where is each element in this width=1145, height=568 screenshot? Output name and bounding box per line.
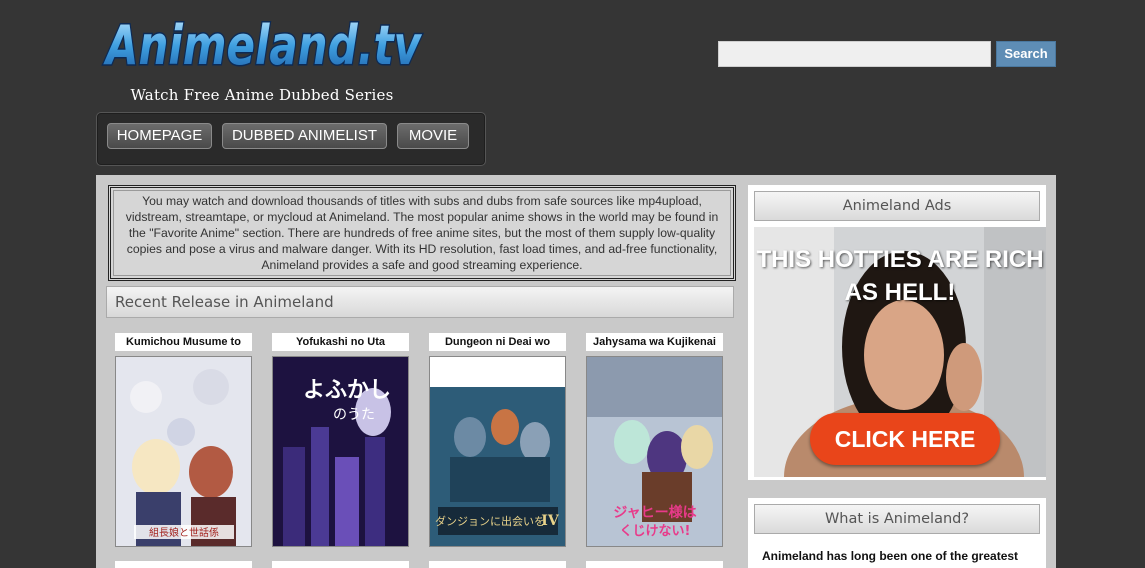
anime-card-title[interactable]: Yofukashi no Uta (272, 333, 409, 351)
main-content: You may watch and download thousands of … (96, 175, 1056, 568)
intro-text: You may watch and download thousands of … (108, 185, 736, 281)
nav-homepage-button[interactable]: HOMEPAGE (107, 123, 212, 149)
nav-dubbed-animelist-button[interactable]: DUBBED ANIMELIST (222, 123, 387, 149)
logo-text: Animeland.tv (103, 14, 423, 77)
sidebar-about-widget: What is Animeland? Animeland has long be… (748, 498, 1046, 568)
anime-card[interactable]: Dungeon ni Deai wo ダンジョンに出会いを IV (429, 333, 566, 547)
episode-label[interactable] (586, 561, 723, 568)
recent-release-heading: Recent Release in Animeland (106, 286, 734, 318)
search-input[interactable] (718, 41, 991, 67)
anime-card-title[interactable]: Kumichou Musume to (115, 333, 252, 351)
about-widget-title: What is Animeland? (754, 504, 1040, 534)
svg-text:IV: IV (541, 513, 560, 529)
ad-banner[interactable]: THIS HOTTIES ARE RICH AS HELL! CLICK HER… (754, 227, 1046, 477)
svg-text:くじけない!: くじけない! (620, 524, 691, 539)
svg-text:組長娘と世話係: 組長娘と世話係 (149, 526, 219, 539)
anime-poster[interactable]: 組長娘と世話係 (115, 356, 252, 547)
svg-text:ダンジョンに出会いを: ダンジョンに出会いを (435, 514, 545, 528)
site-tagline: Watch Free Anime Dubbed Series (130, 86, 394, 104)
episode-label[interactable] (115, 561, 252, 568)
anime-card-title[interactable]: Dungeon ni Deai wo (429, 333, 566, 351)
svg-text:よふかし: よふかし (303, 378, 391, 403)
anime-poster[interactable]: ジャヒー様は くじけない! (586, 356, 723, 547)
ad-headline[interactable]: THIS HOTTIES ARE RICH AS HELL! (754, 243, 1046, 309)
anime-poster[interactable]: よふかし のうた (272, 356, 409, 547)
ads-widget-title: Animeland Ads (754, 191, 1040, 221)
episode-label[interactable] (272, 561, 409, 568)
svg-text:のうた: のうた (333, 407, 375, 423)
nav-movie-button[interactable]: MOVIE (397, 123, 469, 149)
anime-card-title[interactable]: Jahysama wa Kujikenai (586, 333, 723, 351)
sidebar-ads-widget: Animeland Ads THIS HOTTIES ARE RICH AS H… (748, 185, 1046, 480)
search-button[interactable]: Search (996, 41, 1056, 67)
main-navigation: HOMEPAGE DUBBED ANIMELIST MOVIE (96, 112, 486, 166)
svg-text:ジャヒー様は: ジャヒー様は (613, 504, 696, 521)
ad-click-here-button[interactable]: CLICK HERE (810, 413, 1000, 465)
anime-card[interactable]: Kumichou Musume to 組長娘と世話係 (115, 333, 252, 547)
anime-card[interactable]: Yofukashi no Uta よふかし のうた (272, 333, 409, 547)
about-widget-text: Animeland has long been one of the great… (762, 549, 1019, 563)
anime-poster[interactable]: ダンジョンに出会いを IV (429, 356, 566, 547)
site-logo[interactable]: Animeland.tv (100, 6, 430, 82)
episode-label[interactable] (429, 561, 566, 568)
anime-card[interactable]: Jahysama wa Kujikenai ジャヒー様は くじけない! (586, 333, 723, 547)
